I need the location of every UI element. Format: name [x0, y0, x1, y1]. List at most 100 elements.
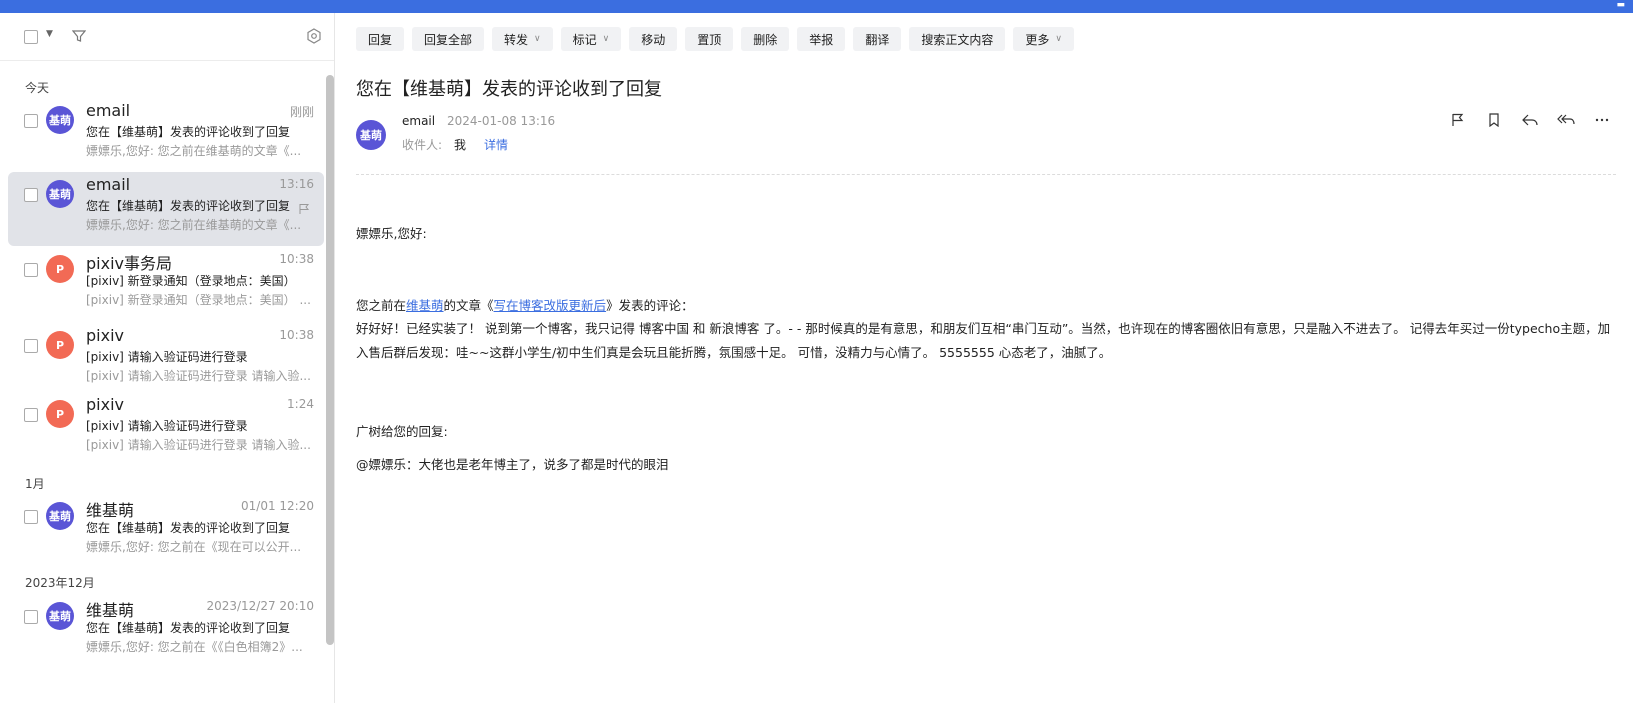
mail-subject: 您在【维基萌】发表的评论收到了回复: [86, 521, 291, 535]
avatar: P: [46, 255, 74, 283]
mail-subject: 您在【维基萌】发表的评论收到了回复: [86, 199, 291, 213]
mail-sender: email: [86, 101, 131, 120]
pin-label: 置顶: [697, 32, 722, 47]
mail-checkbox[interactable]: [24, 114, 38, 128]
reply-button[interactable]: 回复: [356, 27, 405, 51]
intro-text-mid: 的文章《: [443, 298, 494, 313]
mail-sender: email: [86, 175, 131, 194]
move-label: 移动: [641, 32, 666, 47]
select-dropdown-icon[interactable]: ▼: [46, 29, 53, 39]
mail-preview: [pixiv] 请输入验证码进行登录 请输入验...: [86, 438, 311, 452]
mail-checkbox[interactable]: [24, 610, 38, 624]
intro-text-end: 》发表的评论：: [606, 298, 694, 313]
site-link[interactable]: 维基萌: [406, 298, 444, 313]
mark-button[interactable]: 标记 ∨: [560, 27, 622, 51]
mail-checkbox[interactable]: [24, 188, 38, 202]
flag-icon[interactable]: [1449, 111, 1467, 129]
window-control-icon[interactable]: ▬: [1616, 0, 1625, 10]
mail-sender: 维基萌: [86, 501, 135, 520]
translate-label: 翻译: [865, 32, 890, 47]
reply-all-label: 回复全部: [424, 32, 473, 47]
reply-icon[interactable]: [1521, 111, 1539, 129]
mail-item[interactable]: 基萌 email 刚刚 您在【维基萌】发表的评论收到了回复 嫖嫖乐,您好: 您之…: [8, 98, 324, 172]
comment-intro: 您之前在维基萌的文章《写在博客改版更新后》发表的评论：: [356, 295, 694, 314]
sender-avatar: 基萌: [356, 120, 386, 150]
filter-icon[interactable]: [71, 28, 87, 47]
mail-time: 01/01 12:20: [241, 499, 314, 513]
report-button[interactable]: 举报: [797, 27, 846, 51]
mail-item[interactable]: P pixiv 1:24 [pixiv] 请输入验证码进行登录 [pixiv] …: [8, 392, 324, 466]
avatar: 基萌: [46, 602, 74, 630]
mail-time: 10:38: [279, 328, 314, 342]
move-button[interactable]: 移动: [629, 27, 678, 51]
mail-checkbox[interactable]: [24, 263, 38, 277]
group-label-january: 1月: [25, 477, 45, 491]
mail-date: 2024-01-08 13:16: [447, 114, 556, 128]
header-divider: [356, 174, 1616, 175]
reply-all-icon[interactable]: [1557, 111, 1575, 129]
mail-list: 今天 基萌 email 刚刚 您在【维基萌】发表的评论收到了回复 嫖嫖乐,您好:…: [0, 62, 335, 703]
mail-subject: [pixiv] 请输入验证码进行登录: [86, 419, 248, 433]
reply-text: @嫖嫖乐：大佬也是老年博主了，说多了都是时代的眼泪: [356, 457, 669, 472]
avatar: 基萌: [46, 502, 74, 530]
delete-label: 删除: [753, 32, 778, 47]
mail-toolbar: 回复 回复全部 转发 ∨ 标记 ∨ 移动 置顶 删除 举报 翻译 搜索正文内容 更多…: [356, 27, 1074, 51]
mail-preview: 嫖嫖乐,您好: 您之前在维基萌的文章《...: [86, 144, 302, 158]
mail-actions: [1449, 111, 1611, 129]
bookmark-icon[interactable]: [1485, 111, 1503, 129]
mail-time: 10:38: [279, 252, 314, 266]
mark-label: 标记: [572, 32, 597, 47]
mail-item[interactable]: 基萌 维基萌 01/01 12:20 您在【维基萌】发表的评论收到了回复 嫖嫖乐…: [8, 494, 324, 568]
mail-sender: pixiv: [86, 326, 124, 345]
mail-preview: [pixiv] 请输入验证码进行登录 请输入验...: [86, 369, 311, 383]
mail-from[interactable]: email: [402, 114, 435, 128]
details-link[interactable]: 详情: [484, 136, 508, 153]
mail-sender: 维基萌: [86, 601, 135, 620]
forward-label: 转发: [504, 32, 529, 47]
delete-button[interactable]: 删除: [741, 27, 790, 51]
mail-checkbox[interactable]: [24, 339, 38, 353]
reply-label: 广树给您的回复:: [356, 424, 448, 439]
mail-reader: 回复 回复全部 转发 ∨ 标记 ∨ 移动 置顶 删除 举报 翻译 搜索正文内容 更多…: [336, 13, 1633, 703]
translate-button[interactable]: 翻译: [853, 27, 902, 51]
avatar: P: [46, 331, 74, 359]
select-all-checkbox[interactable]: [24, 30, 38, 44]
mail-time: 1:24: [287, 397, 314, 411]
pin-button[interactable]: 置顶: [685, 27, 734, 51]
mail-preview: [pixiv] 新登录通知（登录地点：美国） ...: [86, 293, 311, 307]
mail-item[interactable]: 基萌 维基萌 2023/12/27 20:10 您在【维基萌】发表的评论收到了回…: [8, 594, 324, 668]
mail-title: 您在【维基萌】发表的评论收到了回复: [356, 79, 662, 100]
mail-item[interactable]: P pixiv 10:38 [pixiv] 请输入验证码进行登录 [pixiv]…: [8, 323, 324, 397]
mail-item[interactable]: P pixiv事务局 10:38 [pixiv] 新登录通知（登录地点：美国） …: [8, 247, 324, 321]
search-body-label: 搜索正文内容: [921, 32, 994, 47]
chevron-down-icon: ∨: [534, 34, 541, 44]
mail-time: 刚刚: [289, 105, 314, 119]
mail-subject: 您在【维基萌】发表的评论收到了回复: [86, 125, 291, 139]
forward-button[interactable]: 转发 ∨: [492, 27, 553, 51]
mail-preview: 嫖嫖乐,您好: 您之前在《现在可以公开...: [86, 540, 302, 554]
greeting: 嫖嫖乐,您好:: [356, 226, 427, 241]
mail-time: 2023/12/27 20:10: [206, 599, 314, 613]
mail-subject: [pixiv] 请输入验证码进行登录: [86, 350, 248, 364]
article-link[interactable]: 写在博客改版更新后: [494, 298, 607, 313]
top-bar: ▬: [0, 0, 1633, 13]
recipient[interactable]: 我: [454, 136, 466, 153]
mail-subject: [pixiv] 新登录通知（登录地点：美国）: [86, 274, 296, 288]
mail-item-selected[interactable]: 基萌 email 13:16 您在【维基萌】发表的评论收到了回复 嫖嫖乐,您好:…: [8, 172, 324, 246]
mail-preview: 嫖嫖乐,您好: 您之前在《《白色相簿2》...: [86, 640, 303, 654]
report-label: 举报: [809, 32, 834, 47]
recipient-label: 收件人:: [402, 138, 443, 152]
search-body-button[interactable]: 搜索正文内容: [909, 27, 1006, 51]
mail-checkbox[interactable]: [24, 408, 38, 422]
group-label-dec-2023: 2023年12月: [25, 576, 95, 590]
reply-all-button[interactable]: 回复全部: [412, 27, 485, 51]
more-icon[interactable]: [1593, 111, 1611, 129]
mail-checkbox[interactable]: [24, 510, 38, 524]
avatar: P: [46, 400, 74, 428]
mail-list-panel: ▼ 今天 基萌 email 刚刚 您在【维基萌】发表的评论收到了回复 嫖嫖乐,您…: [0, 13, 335, 703]
settings-icon[interactable]: [306, 28, 322, 48]
list-scrollbar[interactable]: [326, 75, 334, 645]
original-comment: 好好好！已经实装了！ 说到第一个博客，我只记得 博客中国 和 新浪博客 了。- …: [356, 321, 1611, 360]
more-button[interactable]: 更多 ∨: [1013, 27, 1074, 51]
group-label-today: 今天: [25, 81, 50, 95]
